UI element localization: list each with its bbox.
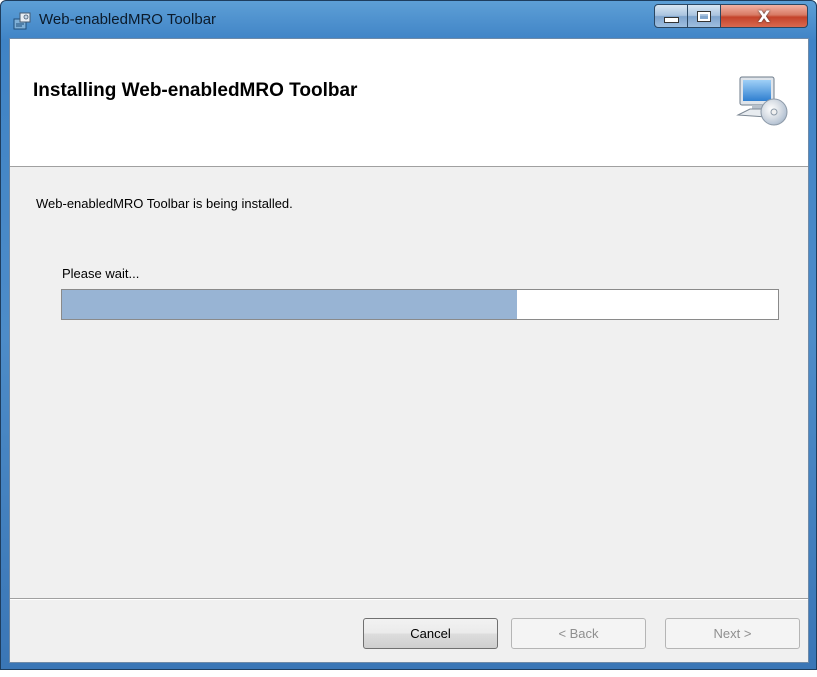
close-button[interactable]: X (720, 4, 808, 28)
minimize-button[interactable] (654, 4, 688, 28)
maximize-button[interactable] (687, 4, 721, 28)
install-progress-bar (61, 289, 779, 320)
installer-app-icon (13, 12, 31, 30)
install-status-text: Web-enabledMRO Toolbar is being installe… (36, 196, 293, 211)
maximize-icon (697, 10, 711, 22)
please-wait-label: Please wait... (62, 266, 140, 281)
page-title: Installing Web-enabledMRO Toolbar (33, 80, 358, 101)
title-bar[interactable]: Web-enabledMRO Toolbar X (1, 1, 816, 38)
installer-window: Web-enabledMRO Toolbar X Installing Web-… (0, 0, 817, 670)
next-button[interactable]: Next > (665, 618, 800, 649)
cancel-button[interactable]: Cancel (363, 618, 498, 649)
progress-bar-fill (62, 290, 518, 319)
footer-divider (10, 598, 808, 600)
dialog-client-area: Installing Web-enabledMRO Toolbar Web-en… (9, 38, 809, 663)
window-title: Web-enabledMRO Toolbar (39, 11, 217, 28)
header-banner: Installing Web-enabledMRO Toolbar (10, 39, 808, 167)
computer-cd-setup-icon (736, 76, 788, 126)
close-icon: X (757, 6, 771, 26)
back-button[interactable]: < Back (511, 618, 646, 649)
minimize-icon (663, 17, 679, 23)
